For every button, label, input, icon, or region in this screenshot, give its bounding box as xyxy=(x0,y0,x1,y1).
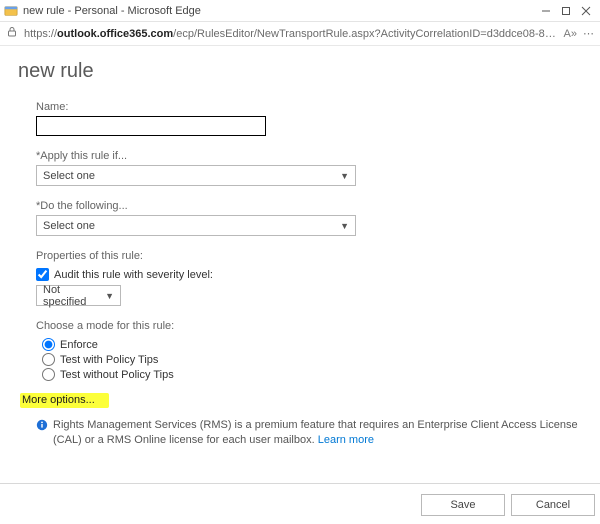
page-title: new rule xyxy=(18,60,582,83)
url-text[interactable]: https://outlook.office365.com/ecp/RulesE… xyxy=(24,28,558,40)
chevron-down-icon: ▼ xyxy=(105,291,114,301)
mode-heading: Choose a mode for this rule: xyxy=(36,320,582,332)
cancel-button[interactable]: Cancel xyxy=(511,494,595,516)
do-following-dropdown[interactable]: Select one ▼ xyxy=(36,215,356,236)
window-title: new rule - Personal - Microsoft Edge xyxy=(23,5,536,17)
page-content: new rule Name: *Apply this rule if... Se… xyxy=(0,46,600,524)
apply-if-value: Select one xyxy=(43,170,95,182)
mode-radio-group: Enforce Test with Policy Tips Test witho… xyxy=(42,338,582,381)
rms-info-body: Rights Management Services (RMS) is a pr… xyxy=(53,419,578,446)
severity-dropdown[interactable]: Not specified ▼ xyxy=(36,285,121,306)
mode-enforce-label: Enforce xyxy=(60,339,98,351)
url-protocol: https:// xyxy=(24,28,57,40)
url-host: outlook.office365.com xyxy=(57,28,173,40)
mode-test-without-label: Test without Policy Tips xyxy=(60,369,174,381)
maximize-button[interactable] xyxy=(556,1,576,21)
audit-checkbox[interactable] xyxy=(36,268,49,281)
reading-aloud-badge[interactable]: A» xyxy=(564,28,577,40)
window-titlebar: new rule - Personal - Microsoft Edge xyxy=(0,0,600,22)
footer-divider xyxy=(0,483,600,484)
audit-label: Audit this rule with severity level: xyxy=(54,269,213,281)
url-path: /ecp/RulesEditor/NewTransportRule.aspx?A… xyxy=(173,28,557,40)
apply-if-label: *Apply this rule if... xyxy=(36,150,582,162)
mode-enforce-radio[interactable] xyxy=(42,338,55,351)
rms-info: Rights Management Services (RMS) is a pr… xyxy=(36,418,582,448)
mode-test-without-row: Test without Policy Tips xyxy=(42,368,582,381)
name-input[interactable] xyxy=(36,116,266,136)
more-options-link[interactable]: More options... xyxy=(20,393,109,408)
name-label: Name: xyxy=(36,101,582,113)
edge-favicon xyxy=(4,4,18,18)
mode-test-without-radio[interactable] xyxy=(42,368,55,381)
info-icon xyxy=(36,419,48,436)
do-following-value: Select one xyxy=(43,220,95,232)
do-following-label: *Do the following... xyxy=(36,200,582,212)
rule-form: Name: *Apply this rule if... Select one … xyxy=(36,101,582,448)
minimize-button[interactable] xyxy=(536,1,556,21)
address-bar: https://outlook.office365.com/ecp/RulesE… xyxy=(0,22,600,46)
apply-if-dropdown[interactable]: Select one ▼ xyxy=(36,165,356,186)
apply-if-field: *Apply this rule if... Select one ▼ xyxy=(36,150,582,186)
mode-enforce-row: Enforce xyxy=(42,338,582,351)
do-following-field: *Do the following... Select one ▼ xyxy=(36,200,582,236)
close-button[interactable] xyxy=(576,1,596,21)
addressbar-menu-icon[interactable]: ⋯ xyxy=(583,27,594,40)
properties-heading: Properties of this rule: xyxy=(36,250,582,262)
chevron-down-icon: ▼ xyxy=(340,221,349,231)
mode-test-with-radio[interactable] xyxy=(42,353,55,366)
mode-test-with-row: Test with Policy Tips xyxy=(42,353,582,366)
learn-more-link[interactable]: Learn more xyxy=(318,434,374,446)
footer-buttons: Save Cancel xyxy=(421,494,595,516)
chevron-down-icon: ▼ xyxy=(340,171,349,181)
mode-test-with-label: Test with Policy Tips xyxy=(60,354,158,366)
name-field: Name: xyxy=(36,101,582,136)
site-lock-icon[interactable] xyxy=(6,26,18,41)
rms-info-text: Rights Management Services (RMS) is a pr… xyxy=(53,418,582,448)
severity-value: Not specified xyxy=(43,284,105,308)
audit-row: Audit this rule with severity level: xyxy=(36,268,582,281)
save-button[interactable]: Save xyxy=(421,494,505,516)
